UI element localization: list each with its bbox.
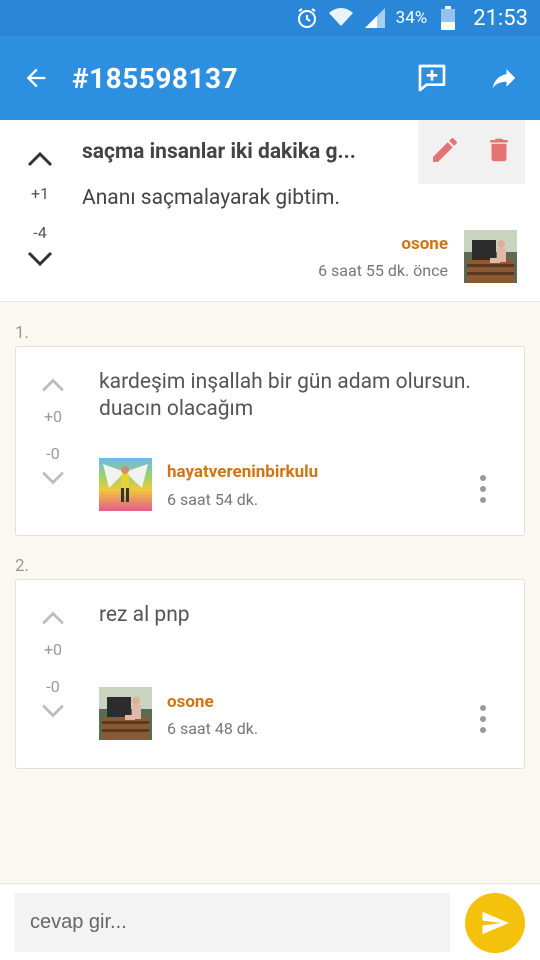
post-time: 6 saat 55 dk. önce [318, 261, 448, 280]
downvote-button[interactable] [28, 463, 78, 493]
upvote-count: +1 [30, 184, 50, 203]
add-comment-icon [418, 64, 446, 92]
post-vote-column: +1 -4 [15, 142, 65, 274]
main-post: +1 -4 saçma insanlar iki dakika g... Ana… [0, 120, 540, 302]
comment-time: 6 saat 54 dk. [167, 490, 259, 509]
reply-bar [0, 883, 540, 960]
signal-icon [362, 5, 388, 31]
post-author[interactable]: osone [401, 234, 448, 254]
comment-card: +0 -0 kardeşim inşallah bir gün adam olu… [15, 346, 525, 536]
comment-author-avatar[interactable] [99, 687, 152, 740]
edit-icon [433, 137, 458, 162]
chevron-down-icon [42, 471, 64, 485]
back-arrow-icon [26, 68, 46, 88]
status-bar: 34% 21:53 [0, 0, 540, 36]
page-title: #185598137 [72, 61, 239, 95]
chevron-down-icon [42, 704, 64, 718]
post-tools [418, 120, 525, 184]
back-button[interactable] [0, 36, 72, 120]
chevron-up-icon [42, 378, 64, 392]
delete-icon [490, 138, 508, 162]
add-comment-button[interactable] [396, 36, 468, 120]
comment-author[interactable]: hayatvereninbirkulu [167, 462, 318, 482]
avatar-photo [464, 230, 517, 283]
avatar-photo [99, 687, 152, 740]
comment-number: 2. [15, 556, 30, 576]
comment-author-avatar[interactable] [99, 458, 152, 511]
comment-vote-column: +0 -0 [28, 604, 78, 726]
post-author-avatar[interactable] [464, 230, 517, 283]
comment-vote-column: +0 -0 [28, 371, 78, 493]
chevron-up-icon [42, 611, 64, 625]
share-button[interactable] [468, 36, 540, 120]
downvote-button[interactable] [15, 244, 65, 274]
share-icon [492, 69, 516, 88]
comment-number: 1. [15, 323, 30, 343]
avatar-photo [99, 458, 152, 511]
comment-text: rez al pnp [99, 603, 190, 627]
comment-card: +0 -0 rez al pnp osone 6 saat 48 dk. [15, 579, 525, 769]
downvote-count: -4 [33, 223, 47, 242]
downvote-count: -0 [46, 677, 60, 696]
delete-button[interactable] [484, 134, 514, 170]
downvote-button[interactable] [28, 696, 78, 726]
clock: 21:53 [473, 5, 528, 31]
upvote-button[interactable] [28, 604, 78, 632]
battery-icon [435, 5, 461, 31]
comment-more-button[interactable] [471, 699, 495, 739]
comment-time: 6 saat 48 dk. [167, 719, 259, 738]
reply-input[interactable] [15, 893, 450, 952]
alarm-icon [294, 5, 320, 31]
chevron-up-icon [27, 151, 53, 167]
post-body: Ananı saçmalayarak gibtim. [82, 186, 340, 210]
more-vert-icon [480, 705, 486, 733]
downvote-count: -0 [46, 444, 60, 463]
comment-more-button[interactable] [471, 469, 495, 509]
upvote-count: +0 [43, 407, 63, 426]
send-button[interactable] [465, 893, 525, 953]
upvote-button[interactable] [28, 371, 78, 399]
wifi-icon [328, 5, 354, 31]
send-icon [482, 911, 509, 935]
edit-button[interactable] [429, 134, 461, 170]
upvote-count: +0 [43, 640, 63, 659]
post-title: saçma insanlar iki dakika g... [82, 140, 356, 164]
comment-text: kardeşim inşallah bir gün adam olursun. … [99, 370, 471, 421]
comment-author[interactable]: osone [167, 692, 214, 712]
more-vert-icon [480, 475, 486, 503]
chevron-down-icon [27, 251, 53, 267]
upvote-button[interactable] [15, 142, 65, 176]
app-bar: #185598137 [0, 36, 540, 120]
battery-percent: 34% [395, 8, 428, 28]
